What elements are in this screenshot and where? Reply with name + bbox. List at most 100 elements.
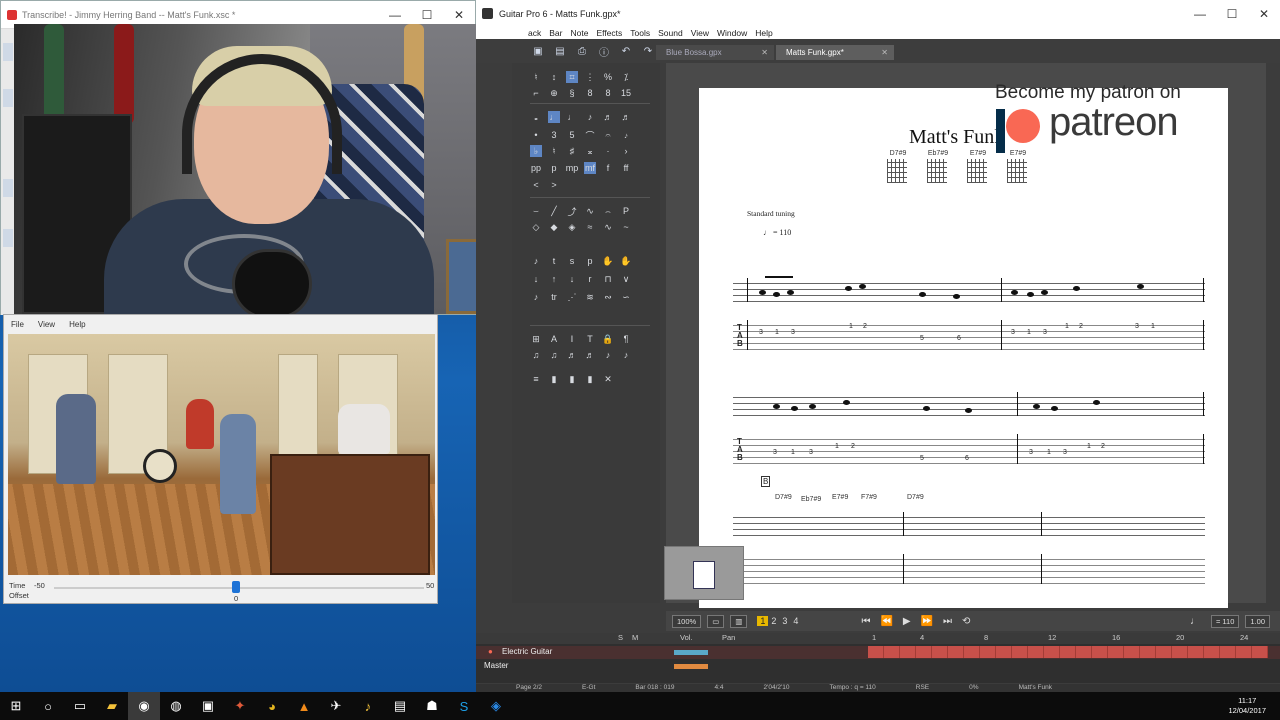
open-icon[interactable]: ▤ bbox=[554, 45, 566, 57]
app-icon[interactable]: ☗ bbox=[416, 692, 448, 720]
flat-icon[interactable]: ♭ bbox=[530, 145, 542, 157]
print-icon[interactable]: ⎙ bbox=[576, 45, 588, 57]
coda-icon[interactable]: ⊕ bbox=[548, 87, 560, 99]
menu-window[interactable]: Window bbox=[717, 27, 747, 39]
whole-note-icon[interactable]: 𝅝 bbox=[530, 111, 542, 123]
trill-icon[interactable]: tr bbox=[548, 291, 560, 303]
quintuplet-icon[interactable]: 5 bbox=[566, 129, 578, 141]
wide-vibrato-icon[interactable]: ∿ bbox=[602, 221, 614, 233]
level-icon[interactable]: ▮ bbox=[584, 373, 596, 385]
start-icon[interactable]: ⊞ bbox=[0, 692, 32, 720]
maximize-button[interactable]: ☐ bbox=[1216, 7, 1248, 21]
first-bar-icon[interactable]: ⏮ bbox=[861, 616, 870, 627]
menu-help[interactable]: Help bbox=[755, 27, 772, 39]
fade-icon[interactable]: ∾ bbox=[602, 291, 614, 303]
mf-icon[interactable]: mf bbox=[584, 162, 596, 174]
toolbar-strip[interactable] bbox=[3, 179, 13, 197]
dead-note-icon[interactable]: ◆ bbox=[548, 221, 560, 233]
beam-icon[interactable]: ♬ bbox=[584, 349, 596, 361]
tremolo-icon[interactable]: ≈ bbox=[584, 221, 596, 233]
quarter-note-icon[interactable]: ♩ bbox=[566, 111, 578, 123]
volume-swell-icon[interactable]: ∽ bbox=[620, 291, 632, 303]
dot-icon[interactable]: • bbox=[530, 129, 542, 141]
level-icon[interactable]: ▮ bbox=[548, 373, 560, 385]
voice-icon[interactable]: ↕ bbox=[548, 71, 560, 83]
guitar-pro-icon[interactable]: ♪ bbox=[352, 692, 384, 720]
app-icon[interactable]: ◈ bbox=[480, 692, 512, 720]
search-icon[interactable]: ○ bbox=[32, 692, 64, 720]
32nd-note-icon[interactable]: ♬ bbox=[620, 111, 632, 123]
vibrato-icon[interactable]: ∿ bbox=[584, 205, 596, 217]
menu-view[interactable]: View bbox=[691, 27, 709, 39]
bar-1[interactable]: 1 bbox=[757, 616, 769, 626]
eighth-note-icon[interactable]: ♪ bbox=[584, 111, 596, 123]
txt-icon[interactable]: T bbox=[584, 333, 596, 345]
app-icon[interactable]: ✈ bbox=[320, 692, 352, 720]
arrow-icon[interactable]: ↓ bbox=[566, 273, 578, 285]
grace-icon[interactable]: 𝆔 bbox=[620, 129, 632, 141]
sharp-icon[interactable]: ♯ bbox=[566, 145, 578, 157]
rasg-icon[interactable]: r bbox=[584, 273, 596, 285]
video-frame[interactable] bbox=[8, 334, 435, 575]
tempo-field[interactable]: = 110 bbox=[1210, 614, 1240, 628]
wah-icon[interactable]: ≋ bbox=[584, 291, 596, 303]
toolbar-strip[interactable] bbox=[3, 89, 13, 107]
cross-icon[interactable]: ✕ bbox=[602, 373, 614, 385]
score-view[interactable]: Matt's Funk Become my patron on patreon … bbox=[664, 63, 1266, 608]
file-explorer-icon[interactable]: ▰ bbox=[96, 692, 128, 720]
info-icon[interactable]: ⓘ bbox=[598, 45, 610, 59]
master-volume-slider[interactable] bbox=[674, 664, 708, 669]
section-marker[interactable]: B bbox=[761, 476, 771, 487]
save-icon[interactable]: ▣ bbox=[532, 45, 544, 57]
trill-icon[interactable]: ~ bbox=[620, 221, 632, 233]
app-icon[interactable]: ▣ bbox=[192, 692, 224, 720]
menu-tools[interactable]: Tools bbox=[630, 27, 650, 39]
palm-mute-icon[interactable]: P bbox=[620, 205, 632, 217]
natural-icon[interactable]: ♮ bbox=[548, 145, 560, 157]
bend-icon[interactable]: ⤴ bbox=[566, 205, 578, 217]
pick-down-icon[interactable]: ⊓ bbox=[602, 273, 614, 285]
text-icon[interactable]: A bbox=[548, 333, 560, 345]
repeat-icon[interactable]: ⌐ bbox=[530, 87, 542, 99]
undo-icon[interactable]: ↶ bbox=[620, 45, 632, 57]
page-layout-icon[interactable]: ▭ bbox=[707, 614, 725, 628]
clock[interactable]: 11:17 12/04/2017 bbox=[1228, 696, 1266, 716]
obs-icon[interactable]: ◉ bbox=[128, 692, 160, 720]
vlc-icon[interactable]: ▲ bbox=[288, 692, 320, 720]
f-icon[interactable]: f bbox=[602, 162, 614, 174]
stroke-up-icon[interactable]: ↑ bbox=[548, 273, 560, 285]
tie-icon[interactable]: ⌒ bbox=[584, 129, 596, 141]
fermata-icon[interactable]: 𝄐 bbox=[602, 129, 614, 141]
close-tab-icon[interactable]: ✕ bbox=[881, 45, 888, 60]
menu-help[interactable]: Help bbox=[69, 320, 85, 329]
let-ring-icon[interactable]: ⌢ bbox=[602, 205, 614, 217]
stem-icon[interactable]: ♪ bbox=[620, 349, 632, 361]
bar-3[interactable]: 3 bbox=[779, 616, 790, 626]
close-button[interactable]: ✕ bbox=[443, 8, 475, 22]
beam-icon[interactable]: ♫ bbox=[548, 349, 560, 361]
toolbar-strip[interactable] bbox=[3, 43, 13, 61]
chord-diagram[interactable]: E7#9 bbox=[967, 150, 989, 183]
speed-field[interactable]: 1.00 bbox=[1245, 614, 1270, 628]
15ma-icon[interactable]: 15 bbox=[620, 87, 632, 99]
lock-icon[interactable]: 🔒 bbox=[602, 333, 614, 345]
loop-icon[interactable]: ⟲ bbox=[962, 616, 970, 627]
task-view-icon[interactable]: ▭ bbox=[64, 692, 96, 720]
hammer-icon[interactable]: ⌣ bbox=[530, 205, 542, 217]
multitrack-icon[interactable]: ▥ bbox=[730, 614, 748, 628]
grace-note-icon[interactable]: ♪ bbox=[530, 291, 542, 303]
arpeggio-icon[interactable]: ♪ bbox=[530, 255, 542, 267]
lyrics-icon[interactable]: Ⅰ bbox=[566, 333, 578, 345]
metronome-icon[interactable]: ♩ bbox=[1190, 616, 1200, 627]
pick-up-icon[interactable]: ∨ bbox=[620, 273, 632, 285]
chord-diagram-icon[interactable]: ⊞ bbox=[530, 333, 542, 345]
triplet-icon[interactable]: 3 bbox=[548, 129, 560, 141]
decrescendo-icon[interactable]: > bbox=[548, 179, 560, 191]
slash-icon[interactable]: % bbox=[602, 71, 614, 83]
guitarpro-titlebar[interactable]: Guitar Pro 6 - Matts Funk.gpx* — ☐ ✕ bbox=[476, 0, 1280, 27]
menu-file[interactable]: File bbox=[11, 320, 24, 329]
crescendo-bar-icon[interactable]: ≡ bbox=[530, 373, 542, 385]
app-icon[interactable]: ✦ bbox=[224, 692, 256, 720]
slap-icon[interactable]: s bbox=[566, 255, 578, 267]
menu-sound[interactable]: Sound bbox=[658, 27, 683, 39]
